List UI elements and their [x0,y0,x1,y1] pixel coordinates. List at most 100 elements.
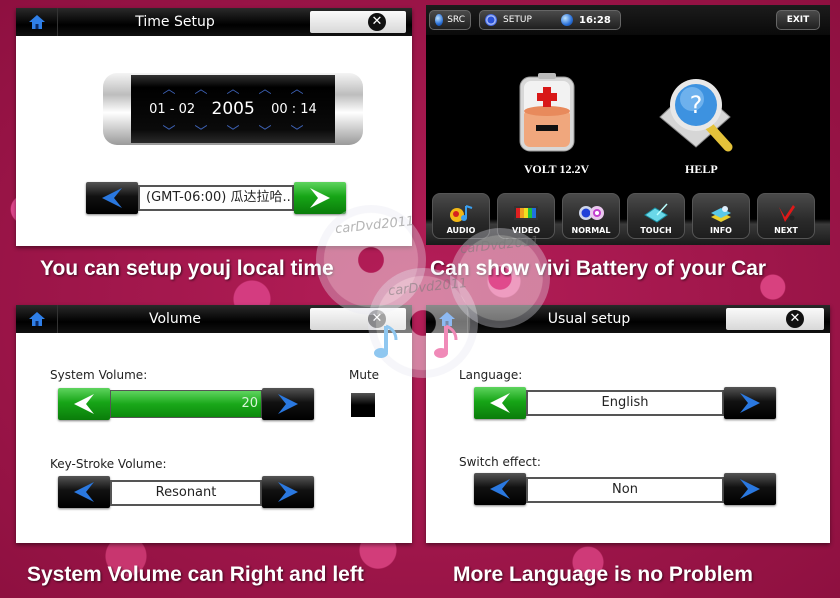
date-time-picker[interactable]: ︿ ︿ ︿ ︿ ︿ 01 - 02 2005 00 : 14 ﹀ ﹀ ﹀ ﹀ ﹀ [103,73,363,145]
clock: 16:28 [579,14,611,26]
system-volume-value: 20 [241,396,258,411]
src-label: SRC [447,15,465,25]
caption-time: You can setup youj local time [40,257,334,280]
exit-label: EXIT [786,15,810,25]
year-value[interactable]: 2005 [212,99,255,119]
dialog-title: Usual setup [547,311,631,327]
volume-dialog: Volume ✕ System Volume: 20 Mute Key-Stro… [16,305,412,543]
dock-label: AUDIO [446,226,476,235]
close-button[interactable]: ✕ [310,11,406,33]
setup-status-pill: SETUP 16:28 [479,10,621,30]
next-icon [779,205,795,222]
keystroke-next-button[interactable] [262,476,314,508]
mute-checkbox[interactable] [351,393,375,417]
touch-pen-icon [644,203,668,223]
arrow-left-icon [74,482,94,502]
volume-down-button[interactable] [58,388,110,420]
timezone-prev-button[interactable] [86,182,138,214]
battery-voltage: VOLT 12.2V [524,162,590,176]
arrow-left-icon [490,393,510,413]
language-prev-button[interactable] [474,387,526,419]
home-button[interactable] [16,8,58,36]
titlebar: Volume ✕ [16,305,412,333]
help-label: HELP [685,162,718,176]
dock-label: INFO [710,226,732,235]
switch-effect-next-button[interactable] [724,473,776,505]
system-volume-slider[interactable]: 20 [110,390,262,418]
svg-text:?: ? [690,91,703,119]
home-icon [28,312,45,326]
arrow-right-icon [310,188,330,208]
arrow-right-icon [740,393,760,413]
exit-button[interactable]: EXIT [776,10,820,30]
home-icon [28,15,45,29]
arrow-right-icon [278,394,298,414]
dock-info-button[interactable]: INFO [692,193,750,239]
arrow-left-icon [490,479,510,499]
switch-effect-label: Switch effect: [459,455,541,469]
dock-label: TOUCH [640,226,672,235]
help-magnifier-icon: ? [659,79,733,152]
dock-normal-button[interactable]: NORMAL [562,193,620,239]
timezone-field: (GMT-06:00) 瓜达拉哈... [138,185,294,211]
watermark-text: carDvd2011 [387,275,469,300]
switch-effect-prev-button[interactable] [474,473,526,505]
usual-setup-dialog: Usual setup ✕ Language: English Switch e… [426,305,830,543]
arrow-left-icon [102,188,122,208]
volume-up-button[interactable] [262,388,314,420]
time-value[interactable]: 00 : 14 [271,102,317,117]
globe-icon [561,14,573,26]
battery-button[interactable] [516,73,578,153]
arrow-right-icon [278,482,298,502]
setup-label: SETUP [503,15,532,25]
close-button[interactable]: ✕ [726,308,824,330]
keystroke-prev-button[interactable] [58,476,110,508]
battery-icon [519,73,575,152]
bottom-dock: AUDIO VIDEO NORMAL TOUCH INFO NEXT [426,193,830,245]
system-volume-label: System Volume: [50,368,148,382]
switch-effect-field: Non [526,477,724,503]
date-time-display: ︿ ︿ ︿ ︿ ︿ 01 - 02 2005 00 : 14 ﹀ ﹀ ﹀ ﹀ ﹀ [131,75,335,143]
language-label: Language: [459,368,523,382]
audio-icon [450,205,473,222]
close-icon: ✕ [368,13,386,31]
dock-video-button[interactable]: VIDEO [497,193,555,239]
arrow-left-icon [74,394,94,414]
source-icon [435,14,444,26]
gears-icon [579,206,604,220]
language-next-button[interactable] [724,387,776,419]
close-icon: ✕ [786,310,804,328]
month-day-value[interactable]: 01 - 02 [149,102,195,117]
caption-battery: Can show vivi Battery of your Car [430,257,767,280]
home-button[interactable] [16,305,58,333]
titlebar: Usual setup ✕ [426,305,830,333]
setup-gear-icon [485,14,497,26]
dock-next-button[interactable]: NEXT [757,193,815,239]
arrow-right-icon [740,479,760,499]
caption-volume: System Volume can Right and left [27,563,364,586]
dock-audio-button[interactable]: AUDIO [432,193,490,239]
mute-label: Mute [349,368,380,382]
titlebar: Time Setup ✕ [16,8,412,36]
keystroke-volume-label: Key-Stroke Volume: [50,457,167,471]
music-note-icon [374,324,398,358]
increment-arrows[interactable]: ︿ ︿ ︿ ︿ ︿ [131,78,335,97]
video-icon [514,206,538,220]
timezone-next-button[interactable] [294,182,346,214]
time-setup-dialog: Time Setup ✕ ︿ ︿ ︿ ︿ ︿ 01 - 02 2005 00 : 14 … [16,8,412,246]
language-field: English [526,390,724,416]
car-setup-screen: SRC SETUP 16:28 EXIT VOLT 12.2V ? HELP A… [426,5,830,245]
keystroke-volume-field: Resonant [110,480,262,506]
dock-label: NORMAL [571,226,611,235]
dialog-title: Volume [148,311,202,327]
dock-label: NEXT [774,226,798,235]
music-note-icon [434,324,458,358]
caption-language: More Language is no Problem [453,563,753,586]
status-bar: SRC SETUP 16:28 EXIT [426,5,830,35]
dock-touch-button[interactable]: TOUCH [627,193,685,239]
src-button[interactable]: SRC [429,10,471,30]
dialog-title: Time Setup [135,14,215,30]
help-button[interactable]: ? [654,73,740,155]
info-icon [711,206,731,222]
decrement-arrows[interactable]: ﹀ ﹀ ﹀ ﹀ ﹀ [131,121,335,140]
